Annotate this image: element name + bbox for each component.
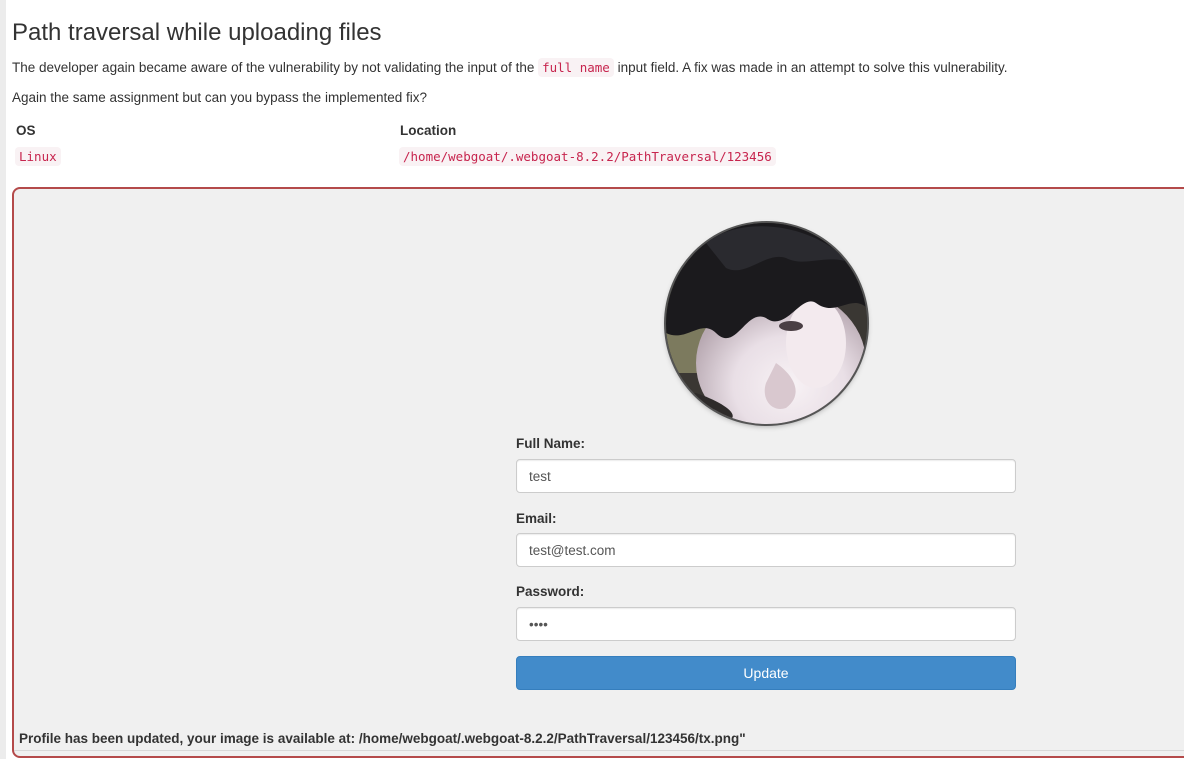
full-name-code: full name: [538, 58, 614, 77]
feedback-message: Profile has been updated, your image is …: [19, 731, 746, 746]
email-input[interactable]: [516, 533, 1016, 567]
assignment-question: Again the same assignment but can you by…: [12, 90, 427, 105]
password-input[interactable]: [516, 607, 1016, 641]
profile-avatar-image: [666, 223, 867, 424]
assignment-title: Path traversal while uploading files: [12, 19, 382, 46]
table-header-location: Location: [400, 123, 457, 138]
os-value: Linux: [15, 147, 61, 166]
avatar-photo: [666, 223, 867, 424]
description-text-after: input field. A fix was made in an attemp…: [613, 60, 1008, 75]
full-name-input[interactable]: [516, 459, 1016, 493]
table-header-os: OS: [16, 123, 36, 138]
location-value: /home/webgoat/.webgoat-8.2.2/PathTravers…: [399, 147, 776, 166]
page-left-strip: [0, 0, 6, 759]
full-name-label: Full Name:: [516, 436, 586, 451]
table-cell-os: Linux: [15, 147, 61, 166]
password-label: Password:: [516, 584, 585, 599]
assignment-description: The developer again became aware of the …: [12, 58, 1008, 77]
update-button[interactable]: Update: [516, 656, 1016, 690]
feedback-divider: [14, 750, 1184, 751]
description-text-before: The developer again became aware of the …: [12, 60, 539, 75]
email-label: Email:: [516, 511, 557, 526]
table-cell-location: /home/webgoat/.webgoat-8.2.2/PathTravers…: [399, 147, 776, 166]
